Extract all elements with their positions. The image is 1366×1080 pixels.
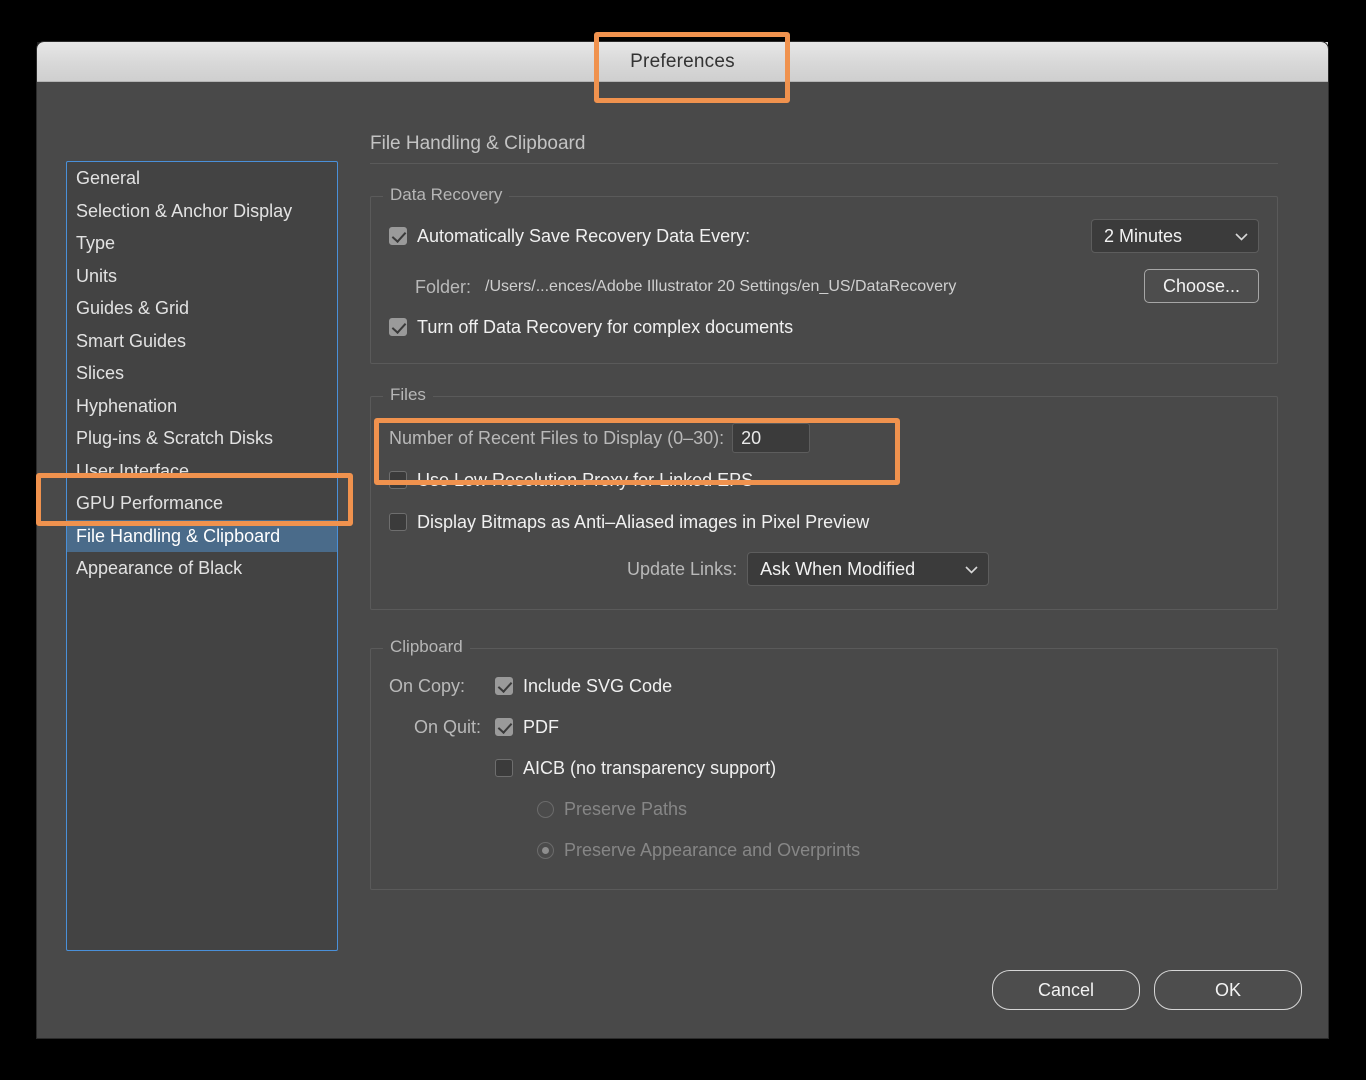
screen: Preferences General Selection & Anchor D… bbox=[0, 0, 1366, 1080]
turn-off-recovery-label: Turn off Data Recovery for complex docum… bbox=[417, 316, 794, 337]
aicb-row: AICB (no transparency support) bbox=[389, 753, 1259, 783]
ok-button[interactable]: OK bbox=[1154, 970, 1302, 1010]
aicb-label: AICB (no transparency support) bbox=[523, 757, 777, 778]
preserve-appearance-row: Preserve Appearance and Overprints bbox=[389, 835, 1259, 865]
recent-files-label: Number of Recent Files to Display (0–30)… bbox=[389, 427, 725, 448]
on-quit-row: On Quit: PDF bbox=[389, 712, 1259, 742]
turn-off-recovery-row: Turn off Data Recovery for complex docum… bbox=[389, 313, 1259, 341]
sidebar-item-general[interactable]: General bbox=[67, 162, 337, 195]
sidebar-item-file-handling-clipboard[interactable]: File Handling & Clipboard bbox=[67, 519, 337, 552]
sidebar-item-gpu-performance[interactable]: GPU Performance bbox=[67, 487, 337, 520]
pdf-checkbox[interactable] bbox=[495, 718, 513, 736]
low-res-proxy-checkbox[interactable] bbox=[389, 471, 407, 489]
preserve-paths-row: Preserve Paths bbox=[389, 794, 1259, 824]
data-recovery-group: Data Recovery Automatically Save Recover… bbox=[370, 185, 1278, 364]
folder-path-value: /Users/...ences/Adobe Illustrator 20 Set… bbox=[485, 278, 957, 295]
auto-save-checkbox[interactable] bbox=[389, 227, 407, 245]
recovery-interval-value: 2 Minutes bbox=[1104, 225, 1183, 246]
sidebar-item-type[interactable]: Type bbox=[67, 227, 337, 260]
sidebar-item-plugins-scratch-disks[interactable]: Plug-ins & Scratch Disks bbox=[67, 422, 337, 455]
choose-folder-button[interactable]: Choose... bbox=[1143, 269, 1259, 303]
folder-label: Folder: bbox=[415, 276, 472, 297]
sidebar-item-user-interface[interactable]: User Interface bbox=[67, 455, 337, 488]
preferences-category-list[interactable]: General Selection & Anchor Display Type … bbox=[66, 161, 338, 951]
low-res-proxy-label: Use Low Resolution Proxy for Linked EPS bbox=[417, 469, 754, 490]
files-group: Files Number of Recent Files to Display … bbox=[370, 385, 1278, 610]
update-links-row: Update Links: Ask When Modified bbox=[389, 551, 1259, 587]
dialog-titlebar[interactable]: Preferences bbox=[37, 42, 1328, 82]
include-svg-checkbox[interactable] bbox=[495, 677, 513, 695]
recent-files-input[interactable]: 20 bbox=[732, 423, 811, 453]
cancel-button[interactable]: Cancel bbox=[992, 970, 1140, 1010]
aicb-checkbox[interactable] bbox=[495, 759, 513, 777]
sidebar-item-slices[interactable]: Slices bbox=[67, 357, 337, 390]
preserve-paths-radio[interactable] bbox=[537, 800, 554, 818]
chevron-down-icon bbox=[965, 562, 978, 577]
preserve-appearance-radio[interactable] bbox=[537, 841, 554, 859]
dialog-body: General Selection & Anchor Display Type … bbox=[37, 83, 1328, 1038]
preferences-panel: File Handling & Clipboard Data Recovery … bbox=[370, 133, 1282, 1038]
update-links-select[interactable]: Ask When Modified bbox=[747, 552, 990, 586]
auto-save-row: Automatically Save Recovery Data Every: … bbox=[389, 219, 1259, 253]
sidebar-item-guides-grid[interactable]: Guides & Grid bbox=[67, 292, 337, 325]
preserve-paths-label: Preserve Paths bbox=[564, 798, 688, 819]
recent-files-row: Number of Recent Files to Display (0–30)… bbox=[389, 421, 1259, 455]
folder-row: Folder: /Users/...ences/Adobe Illustrato… bbox=[389, 267, 1259, 307]
sidebar-item-units[interactable]: Units bbox=[67, 260, 337, 293]
anti-aliased-checkbox[interactable] bbox=[389, 513, 407, 531]
sidebar-item-smart-guides[interactable]: Smart Guides bbox=[67, 325, 337, 358]
clipboard-group: Clipboard On Copy: Include SVG Code On Q… bbox=[370, 637, 1278, 890]
update-links-label: Update Links: bbox=[627, 558, 738, 579]
panel-title: File Handling & Clipboard bbox=[370, 133, 1278, 164]
dialog-footer: Cancel OK bbox=[992, 970, 1302, 1010]
recovery-interval-select[interactable]: 2 Minutes bbox=[1091, 219, 1259, 253]
sidebar-item-appearance-of-black[interactable]: Appearance of Black bbox=[67, 552, 337, 585]
on-quit-label: On Quit: bbox=[413, 716, 481, 737]
sidebar-item-hyphenation[interactable]: Hyphenation bbox=[67, 390, 337, 423]
chevron-down-icon bbox=[1235, 229, 1248, 244]
anti-aliased-row: Display Bitmaps as Anti–Aliased images i… bbox=[389, 507, 1259, 537]
on-copy-row: On Copy: Include SVG Code bbox=[389, 671, 1259, 701]
low-res-proxy-row: Use Low Resolution Proxy for Linked EPS bbox=[389, 465, 1259, 495]
update-links-value: Ask When Modified bbox=[760, 558, 916, 579]
anti-aliased-label: Display Bitmaps as Anti–Aliased images i… bbox=[417, 511, 870, 532]
preserve-appearance-label: Preserve Appearance and Overprints bbox=[564, 839, 861, 860]
turn-off-recovery-checkbox[interactable] bbox=[389, 318, 407, 336]
auto-save-label: Automatically Save Recovery Data Every: bbox=[417, 225, 751, 246]
sidebar-item-selection-anchor-display[interactable]: Selection & Anchor Display bbox=[67, 195, 337, 228]
pdf-label: PDF bbox=[523, 716, 559, 737]
dialog-title: Preferences bbox=[630, 51, 735, 72]
preferences-dialog: Preferences General Selection & Anchor D… bbox=[37, 42, 1328, 1038]
on-copy-label: On Copy: bbox=[389, 675, 466, 696]
include-svg-label: Include SVG Code bbox=[523, 675, 673, 696]
